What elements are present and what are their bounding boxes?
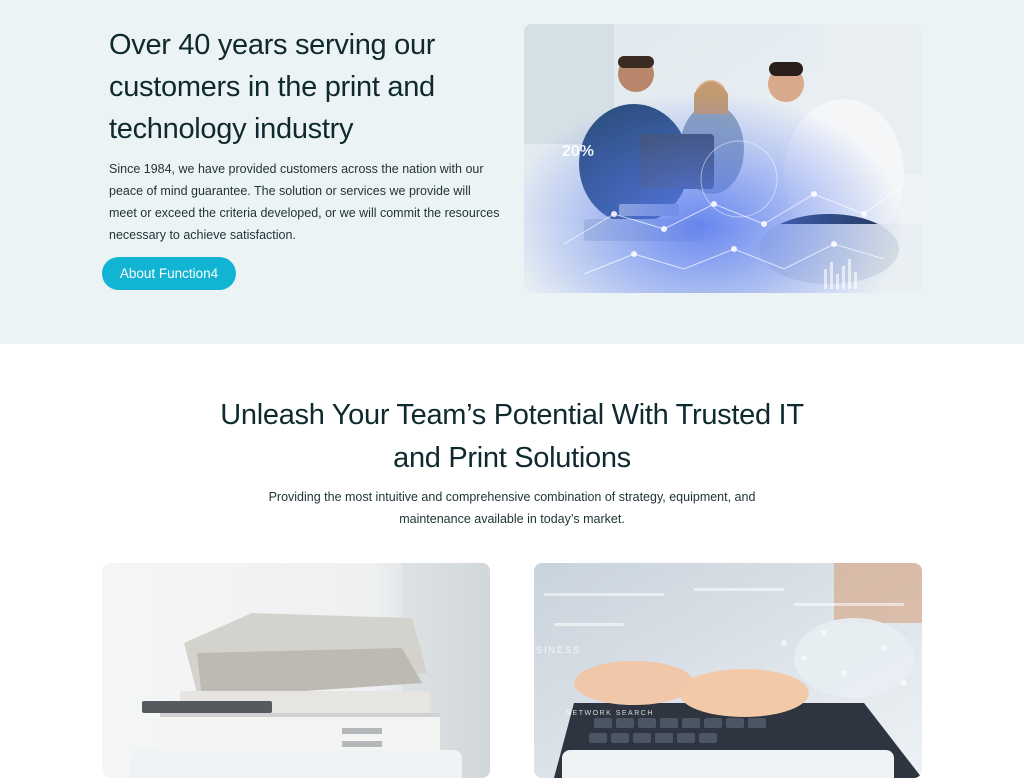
typing-network-image: SINESS NETWORK SEARCH (534, 563, 922, 778)
card-caption-panel (130, 750, 462, 778)
it-solutions-card[interactable]: SINESS NETWORK SEARCH (534, 563, 922, 778)
about-description: Since 1984, we have provided customers a… (109, 162, 500, 242)
about-section: Over 40 years serving our customers in t… (0, 0, 1024, 344)
about-heading: Over 40 years serving our customers in t… (109, 29, 436, 145)
office-printer-image (102, 563, 490, 778)
about-function4-button[interactable]: About Function4 (102, 257, 236, 290)
photo-overlay-percent: 20% (562, 143, 594, 160)
overlay-text-siness: SINESS (536, 645, 581, 655)
card-caption-panel (562, 750, 894, 778)
team-meeting-photo: 20% (524, 24, 922, 293)
solutions-heading: Unleash Your Team’s Potential With Trust… (220, 399, 804, 474)
overlay-text-network-search: NETWORK SEARCH (566, 710, 654, 717)
solutions-subtitle: Providing the most intuitive and compreh… (268, 490, 756, 526)
print-solutions-card[interactable] (102, 563, 490, 778)
